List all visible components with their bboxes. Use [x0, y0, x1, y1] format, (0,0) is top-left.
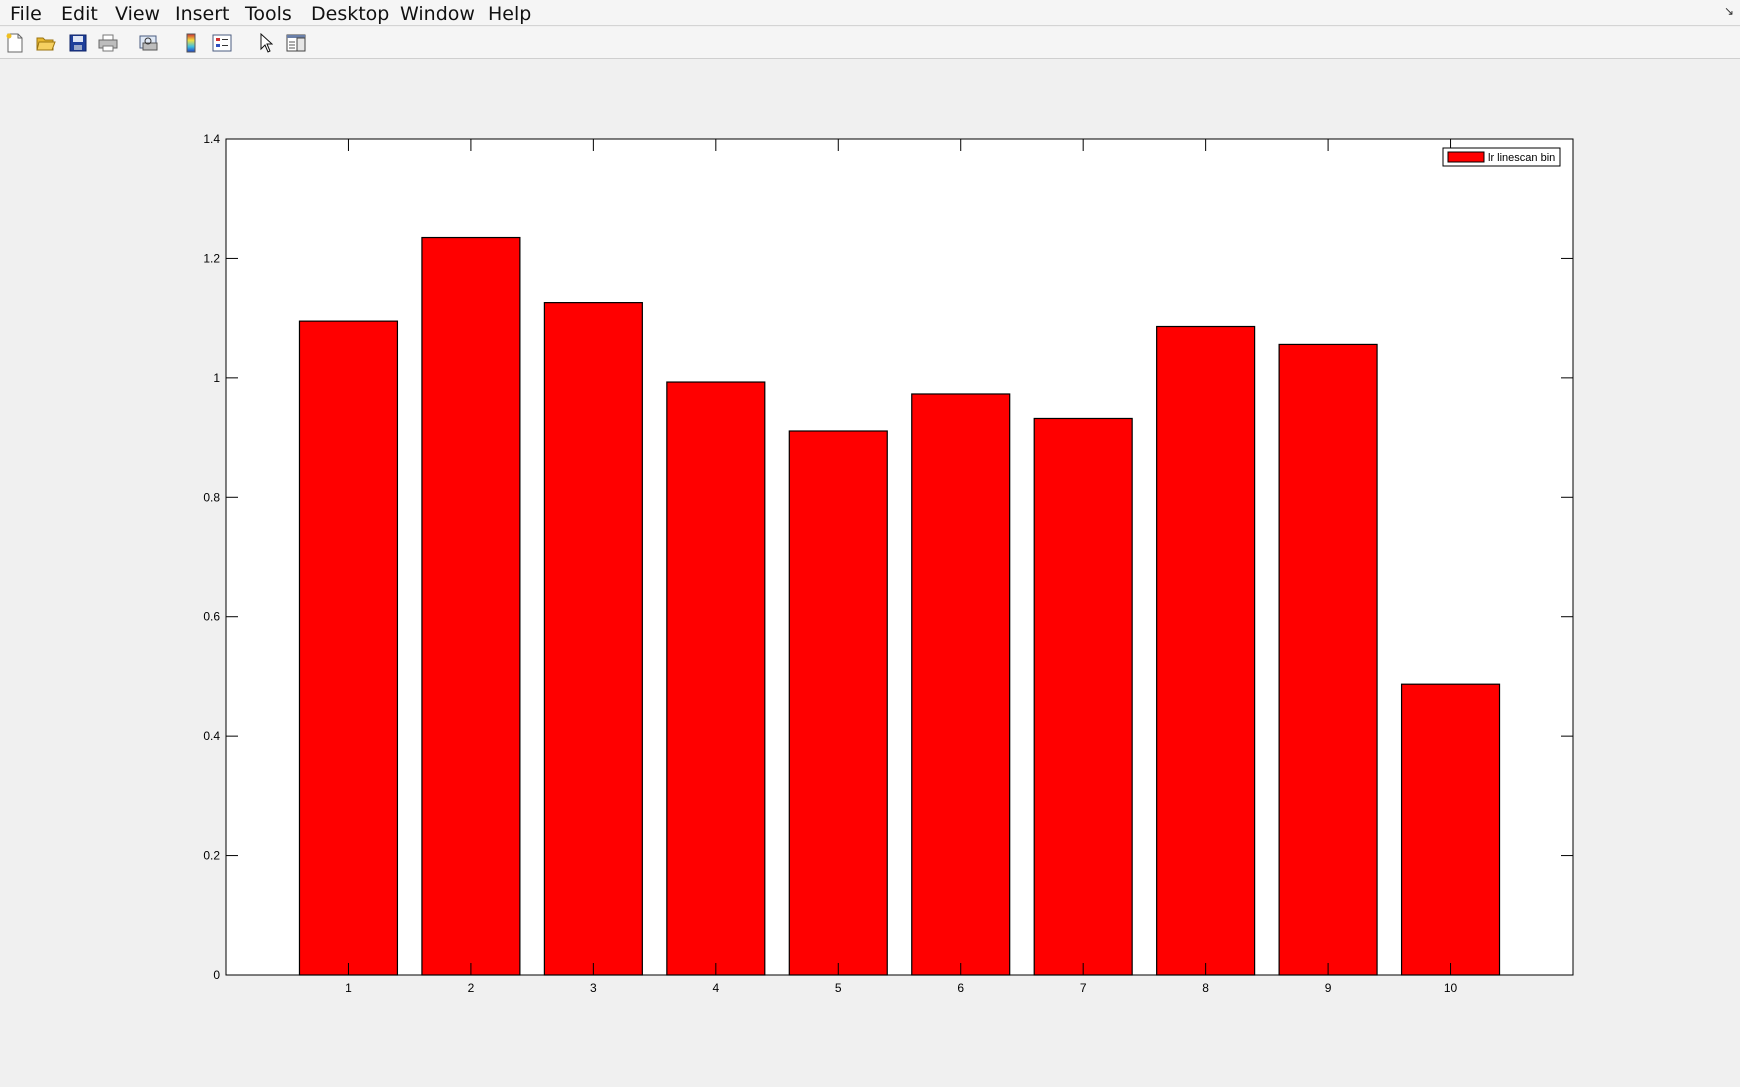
bar-8[interactable] — [1156, 325, 1256, 976]
y-tick-label: 0.2 — [203, 849, 220, 863]
menu-file[interactable]: File — [10, 3, 42, 25]
x-tick-label: 10 — [1444, 981, 1458, 995]
undock-arrow-icon[interactable]: ↘ — [1724, 4, 1734, 18]
print-preview-icon[interactable] — [138, 32, 160, 54]
x-tick-label: 7 — [1080, 981, 1087, 995]
x-tick-label: 9 — [1325, 981, 1332, 995]
menu-insert[interactable]: Insert — [175, 3, 230, 25]
property-editor-icon[interactable] — [285, 32, 307, 54]
legend[interactable]: lr linescan bin — [1442, 147, 1561, 167]
bar-1[interactable] — [298, 320, 399, 976]
x-tick-label: 8 — [1202, 981, 1209, 995]
x-tick-label: 1 — [345, 981, 352, 995]
figure-toolbar — [0, 27, 1740, 59]
x-tick-label: 6 — [957, 981, 964, 995]
bar-3[interactable] — [543, 302, 643, 976]
y-tick-label: 0.6 — [203, 610, 220, 624]
menu-view[interactable]: View — [115, 3, 160, 25]
bar-4[interactable] — [666, 381, 766, 976]
y-tick-label: 0.4 — [203, 729, 220, 743]
menu-edit[interactable]: Edit — [61, 3, 98, 25]
legend-swatch — [1447, 151, 1485, 163]
legend-icon[interactable] — [211, 32, 233, 54]
legend-label: lr linescan bin — [1488, 152, 1555, 164]
menu-window[interactable]: Window — [400, 3, 475, 25]
bar-2[interactable] — [421, 236, 521, 976]
y-tick-label: 0 — [213, 968, 220, 982]
x-tick-label: 5 — [835, 981, 842, 995]
menu-help[interactable]: Help — [488, 3, 531, 25]
new-figure-icon[interactable] — [4, 32, 26, 54]
x-tick-label: 4 — [712, 981, 719, 995]
save-icon[interactable] — [67, 32, 89, 54]
y-tick-label: 1.4 — [203, 132, 220, 146]
menu-bar: File Edit View Insert Tools Desktop Wind… — [0, 0, 1740, 26]
bar-7[interactable] — [1033, 417, 1133, 976]
menu-desktop[interactable]: Desktop — [311, 3, 389, 25]
y-tick-label: 1 — [213, 371, 220, 385]
y-tick-label: 0.8 — [203, 490, 220, 504]
x-tick-label: 3 — [590, 981, 597, 995]
y-tick-label: 1.2 — [203, 251, 220, 265]
figure-canvas: 1 2 3 4 5 6 7 8 9 10 0 0.2 0.4 0.6 0.8 1 1.2 1.4 lr lines… — [203, 132, 1574, 995]
open-file-icon[interactable] — [35, 32, 57, 54]
x-tick-label: 2 — [468, 981, 475, 995]
menu-tools[interactable]: Tools — [245, 3, 292, 25]
print-icon[interactable] — [97, 32, 119, 54]
bar-5[interactable] — [788, 430, 888, 976]
pointer-icon[interactable] — [255, 32, 277, 54]
colorbar-icon[interactable] — [180, 32, 202, 54]
bar-10[interactable] — [1400, 683, 1501, 976]
bar-9[interactable] — [1278, 343, 1378, 976]
bar-6[interactable] — [911, 393, 1011, 976]
